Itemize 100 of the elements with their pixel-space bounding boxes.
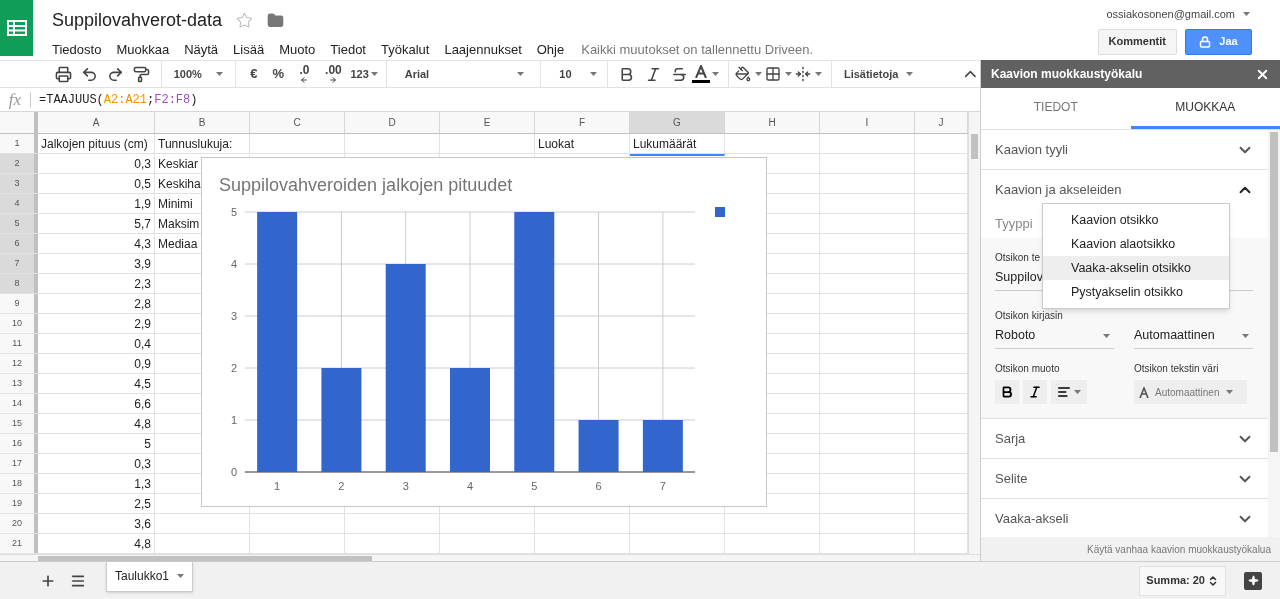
menu-item[interactable]: Työkalut bbox=[381, 40, 430, 60]
currency-button[interactable]: € bbox=[241, 64, 267, 84]
row-header[interactable]: 9 bbox=[0, 294, 38, 313]
field-label: Otsikon te bbox=[995, 251, 1041, 265]
undo-icon bbox=[80, 65, 98, 83]
caret-icon bbox=[815, 72, 823, 76]
menu-item[interactable]: Muoto bbox=[279, 40, 316, 60]
grid-icon bbox=[765, 66, 782, 82]
row-header[interactable]: 19 bbox=[0, 494, 38, 513]
row-header[interactable]: 11 bbox=[0, 334, 38, 353]
row-header[interactable]: 5 bbox=[0, 214, 38, 233]
chart-title: Suppilovahveroiden jalkojen pituudet bbox=[219, 175, 513, 195]
cell-text: 3,6 bbox=[134, 515, 151, 533]
account-email[interactable]: ossiakosonen@gmail.com bbox=[1106, 6, 1235, 23]
star-icon[interactable] bbox=[236, 12, 254, 29]
editor-tab[interactable]: TIEDOT bbox=[981, 88, 1131, 129]
menu-option[interactable]: Vaaka-akselin otsikko bbox=[1043, 256, 1229, 280]
font-dropdown[interactable]: Arial bbox=[392, 65, 535, 83]
column-header[interactable]: I bbox=[820, 112, 915, 133]
row-header[interactable]: 15 bbox=[0, 414, 38, 433]
row-header[interactable]: 13 bbox=[0, 374, 38, 393]
row-header[interactable]: 2 bbox=[0, 154, 38, 173]
row-header[interactable]: 6 bbox=[0, 234, 38, 253]
vertical-scrollbar[interactable] bbox=[1268, 130, 1280, 537]
chart-panel[interactable]: Suppilovahveroiden jalkojen pituudet 0 1 2 3 4 5 1 2 3 4 5 6 7 bbox=[201, 157, 767, 507]
row-header[interactable]: 8 bbox=[0, 274, 38, 293]
sum-button[interactable]: Summa: 20 bbox=[1139, 565, 1226, 596]
cell-text: Mediaa bbox=[158, 235, 198, 253]
cell-text: 0,3 bbox=[134, 455, 151, 473]
menu-item[interactable]: Tiedosto bbox=[52, 40, 102, 60]
cell-text: 3,9 bbox=[134, 255, 151, 273]
sheets-logo[interactable] bbox=[0, 0, 33, 56]
font-size-dropdown[interactable]: Automaattinen bbox=[1134, 323, 1253, 349]
decrease-decimals-button[interactable]: .0 bbox=[290, 64, 319, 84]
row-header[interactable]: 21 bbox=[0, 534, 38, 553]
field-label: Tyyppi bbox=[995, 215, 1033, 234]
row-header[interactable]: 10 bbox=[0, 314, 38, 333]
menu-item[interactable]: Laajennukset bbox=[444, 40, 522, 60]
x-axis-label: 7 bbox=[659, 480, 666, 492]
cell-text: 2,5 bbox=[134, 495, 151, 513]
vertical-scrollbar[interactable] bbox=[968, 112, 980, 554]
menu-item[interactable]: Lisää bbox=[233, 40, 265, 60]
percent-button[interactable]: % bbox=[266, 64, 291, 84]
menu-item[interactable]: Ohje bbox=[536, 40, 565, 60]
menu-option[interactable]: Kaavion otsikko bbox=[1043, 208, 1229, 232]
row-header[interactable]: 20 bbox=[0, 514, 38, 533]
x-axis-label: 3 bbox=[402, 480, 409, 492]
menu-item[interactable]: Muokkaa bbox=[116, 40, 170, 60]
row-header[interactable]: 4 bbox=[0, 194, 38, 213]
more-dropdown[interactable]: Lisätietoja bbox=[837, 65, 920, 83]
editor-tab[interactable]: MUOKKAA bbox=[1130, 88, 1280, 129]
row-header[interactable]: 1 bbox=[0, 134, 38, 153]
menu-option[interactable]: Pystyakselin otsikko bbox=[1043, 280, 1229, 304]
formula-field[interactable]: =TAAJUUS(A2:A21;F2:F8) bbox=[39, 90, 198, 109]
row-header[interactable]: 12 bbox=[0, 354, 38, 373]
column-header[interactable]: D bbox=[345, 112, 440, 133]
bold-button[interactable] bbox=[995, 380, 1019, 404]
cell-text: Lukumäärät bbox=[633, 135, 697, 153]
arrow-right-icon bbox=[329, 75, 338, 84]
italic-button[interactable] bbox=[1023, 380, 1047, 404]
explore-icon[interactable] bbox=[1244, 571, 1262, 590]
column-header[interactable]: B bbox=[155, 112, 250, 133]
y-axis-label: 1 bbox=[230, 414, 237, 426]
align-left-icon bbox=[1057, 385, 1071, 399]
align-button[interactable] bbox=[1051, 380, 1087, 404]
comments-button[interactable]: Kommentit bbox=[1097, 28, 1177, 55]
menu-item[interactable]: Tiedot bbox=[330, 40, 366, 60]
row-header[interactable]: 18 bbox=[0, 474, 38, 493]
font-dropdown[interactable]: Roboto bbox=[995, 323, 1114, 349]
row-header[interactable]: 7 bbox=[0, 254, 38, 273]
column-header[interactable]: C bbox=[250, 112, 345, 133]
cell-text: 4,3 bbox=[134, 235, 151, 253]
cell-text: 0,3 bbox=[134, 155, 151, 173]
row-header[interactable]: 16 bbox=[0, 434, 38, 453]
column-header[interactable]: G bbox=[630, 112, 725, 133]
zoom-dropdown[interactable]: 100% bbox=[167, 65, 229, 83]
column-header[interactable]: H bbox=[725, 112, 820, 133]
menu-option[interactable]: Kaavion alaotsikko bbox=[1043, 232, 1229, 256]
text-color-dropdown[interactable]: Automaattinen bbox=[1134, 380, 1247, 404]
caret-icon bbox=[1074, 390, 1081, 394]
folder-icon[interactable] bbox=[267, 12, 285, 29]
number-format-dropdown[interactable]: 123 bbox=[348, 65, 380, 83]
section-header[interactable]: Kaavion ja akseleiden bbox=[981, 170, 1268, 210]
sheet-tab[interactable]: Taulukko1 bbox=[106, 561, 194, 592]
increase-decimals-button[interactable]: .00 bbox=[318, 64, 349, 84]
lock-icon bbox=[1199, 35, 1212, 48]
document-title[interactable]: Suppilovahverot-data bbox=[52, 7, 223, 34]
caret-icon bbox=[517, 72, 525, 76]
menu-item[interactable]: Näytä bbox=[184, 40, 219, 60]
column-header[interactable]: E bbox=[440, 112, 535, 133]
font-size-dropdown[interactable]: 10 bbox=[547, 65, 601, 83]
row-header[interactable]: 3 bbox=[0, 174, 38, 193]
chart-bar bbox=[642, 420, 683, 472]
row-header[interactable]: 14 bbox=[0, 394, 38, 413]
row-header[interactable]: 17 bbox=[0, 454, 38, 473]
caret-icon bbox=[177, 574, 185, 578]
column-header[interactable]: A bbox=[38, 112, 155, 133]
caret-icon bbox=[712, 72, 720, 76]
cell-text: 2,8 bbox=[134, 295, 151, 313]
cell-text: 0,4 bbox=[134, 335, 151, 353]
